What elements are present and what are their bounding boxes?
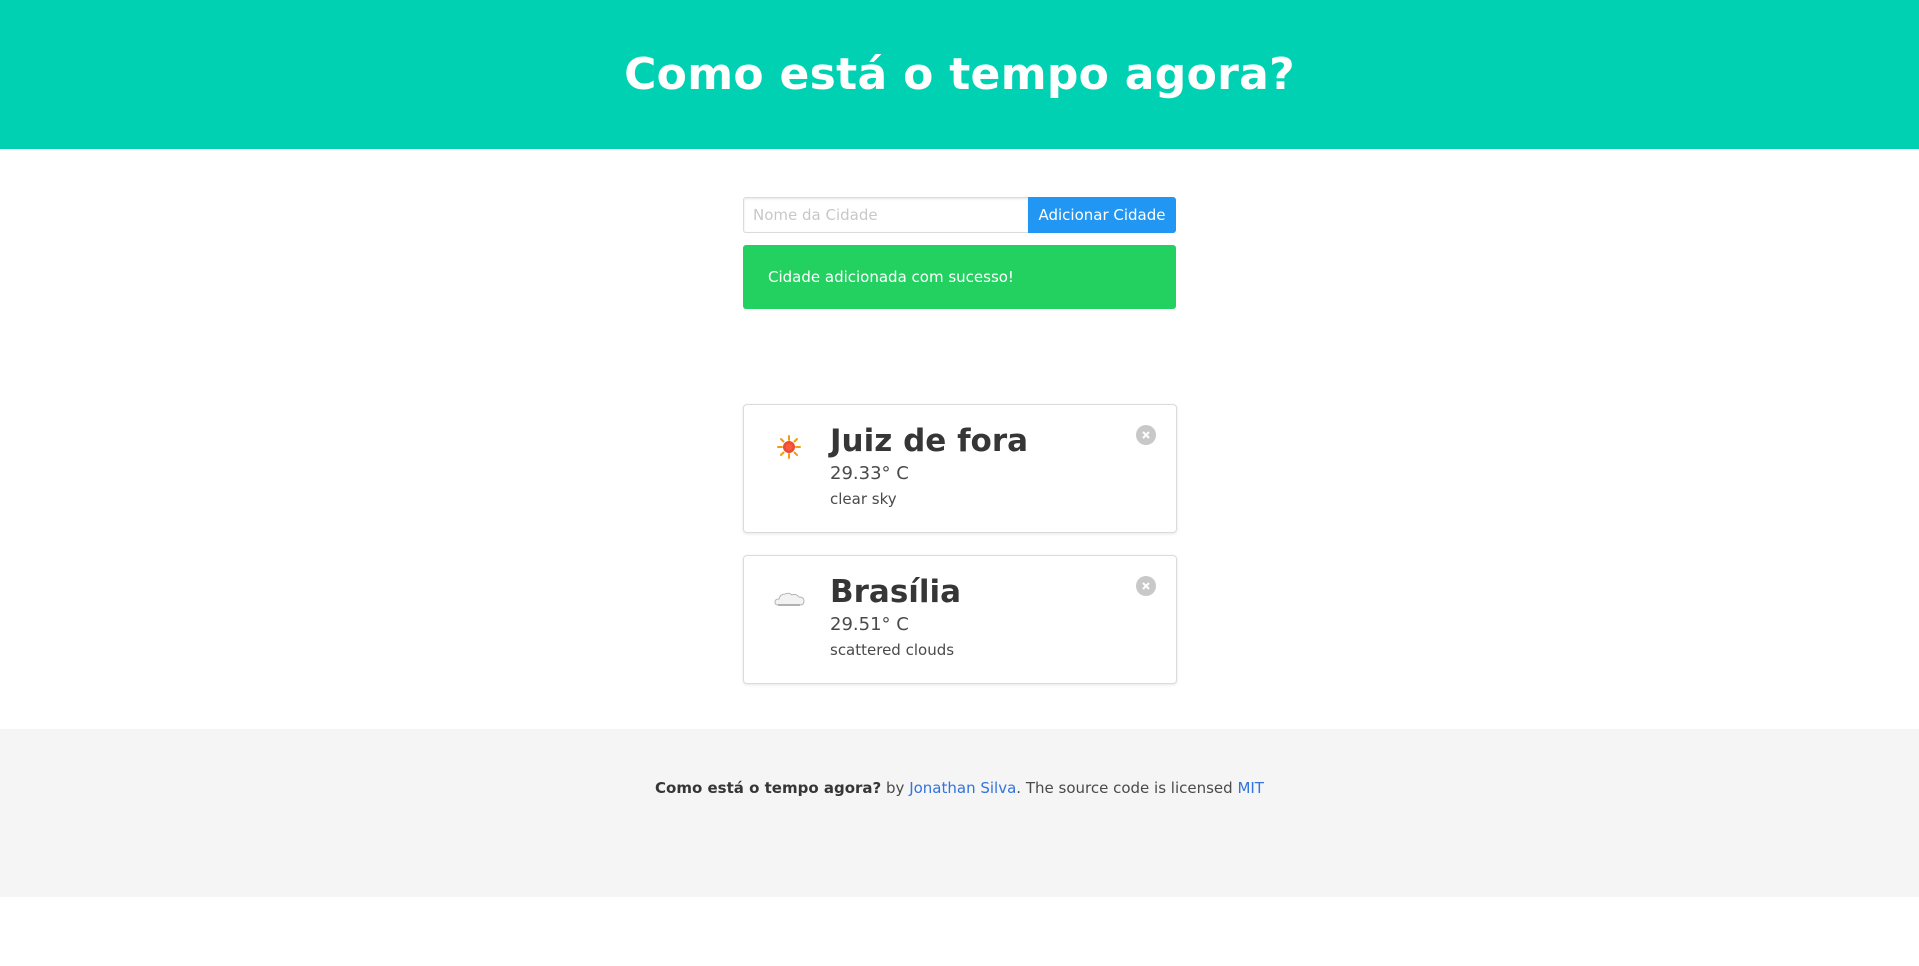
- city-temperature: 29.33° C: [830, 463, 909, 484]
- weather-description: clear sky: [830, 490, 897, 508]
- footer-text: Como está o tempo agora? by Jonathan Sil…: [655, 779, 1264, 897]
- city-temperature: 29.51° C: [830, 614, 909, 635]
- close-icon: [1142, 431, 1150, 439]
- add-city-button[interactable]: Adicionar Cidade: [1028, 197, 1176, 233]
- remove-city-button[interactable]: [1136, 425, 1156, 445]
- page-title: Como está o tempo agora?: [624, 49, 1295, 100]
- weather-card: Brasília 29.51° C scattered clouds: [743, 555, 1177, 684]
- close-icon: [1142, 582, 1150, 590]
- add-city-form: Adicionar Cidade: [743, 197, 1176, 233]
- weather-card: Juiz de fora 29.33° C clear sky: [743, 404, 1177, 533]
- remove-city-button[interactable]: [1136, 576, 1156, 596]
- city-name: Juiz de fora: [830, 423, 1029, 459]
- notification-message: Cidade adicionada com sucesso!: [768, 268, 1014, 286]
- weather-description: scattered clouds: [830, 641, 955, 659]
- footer-license-text: . The source code is licensed: [1016, 779, 1238, 797]
- sun-icon: [772, 433, 808, 461]
- city-name-input[interactable]: [743, 197, 1028, 233]
- license-link[interactable]: MIT: [1237, 779, 1264, 797]
- hero-banner: Como está o tempo agora?: [0, 0, 1919, 149]
- footer-by-text: by: [881, 779, 910, 797]
- page-footer: Como está o tempo agora? by Jonathan Sil…: [0, 729, 1919, 897]
- city-name: Brasília: [830, 574, 962, 610]
- success-notification: Cidade adicionada com sucesso!: [743, 245, 1176, 309]
- author-link[interactable]: Jonathan Silva: [909, 779, 1016, 797]
- footer-app-name: Como está o tempo agora?: [655, 779, 882, 797]
- cloud-icon: [772, 584, 808, 612]
